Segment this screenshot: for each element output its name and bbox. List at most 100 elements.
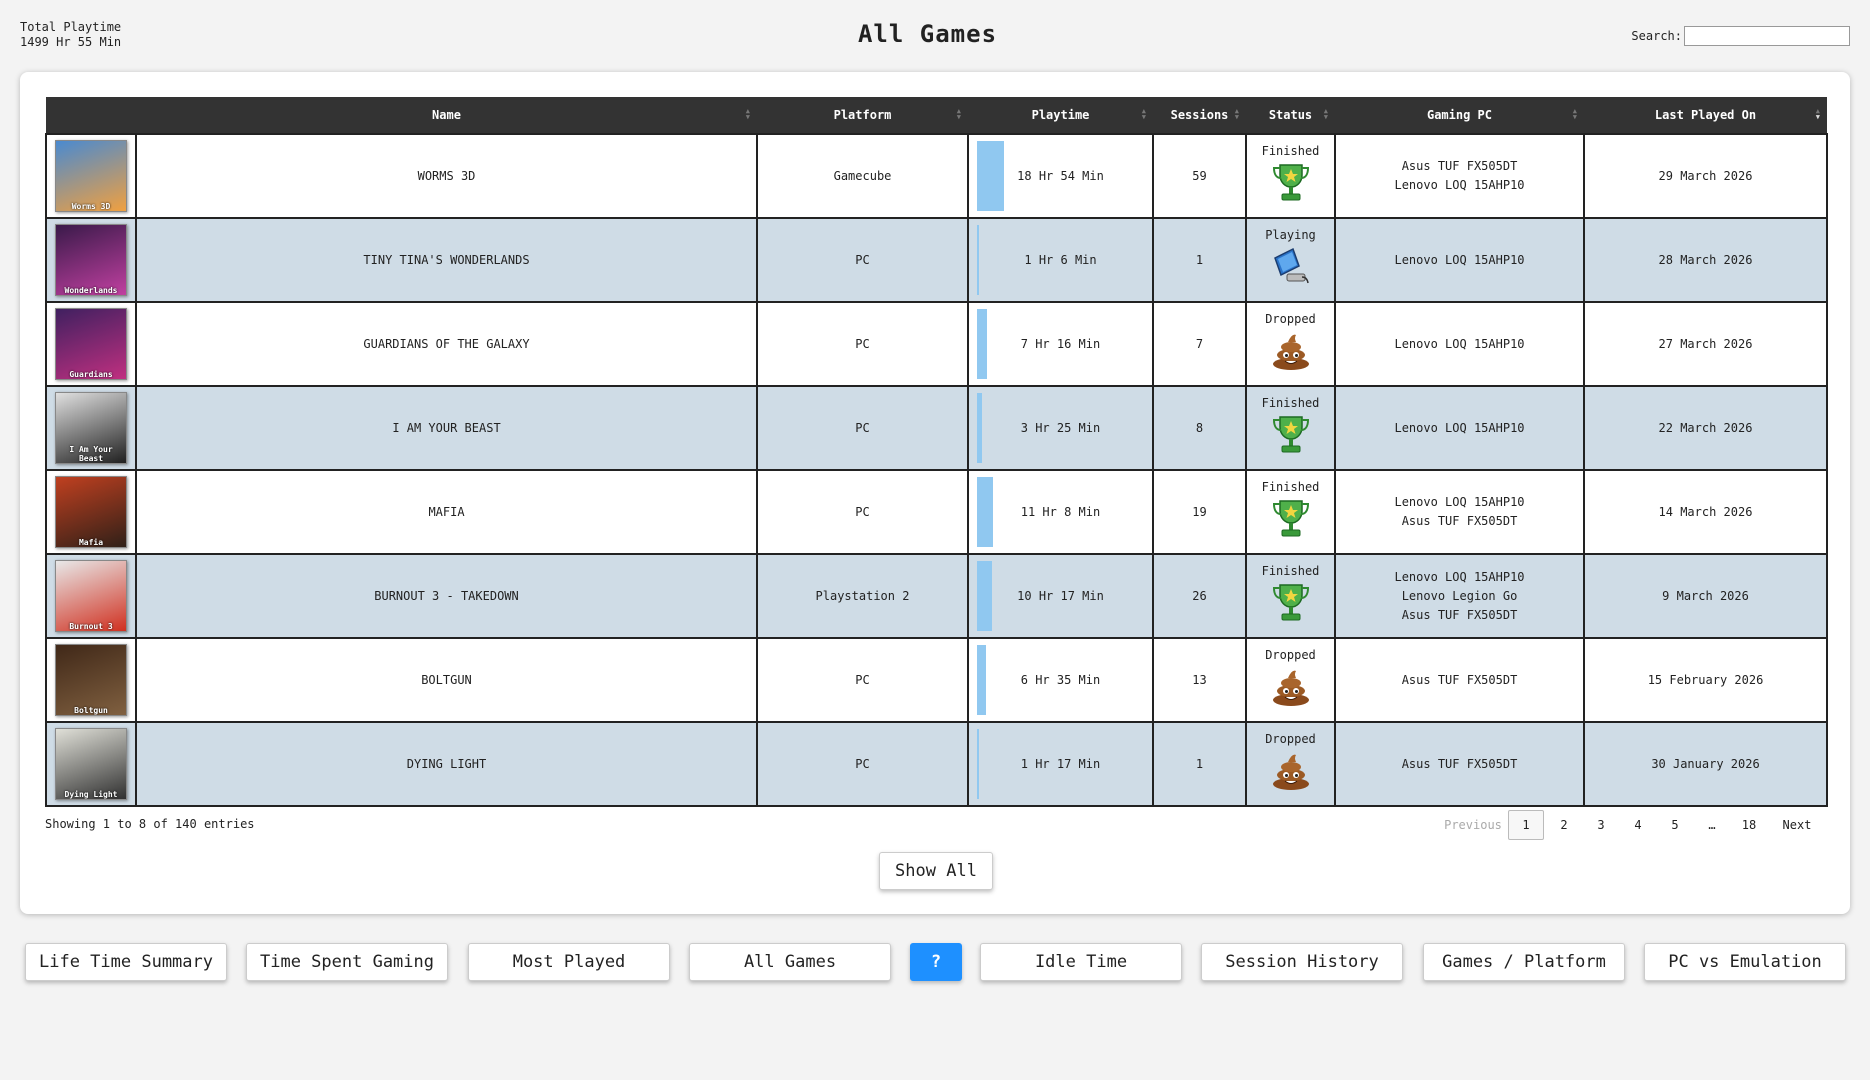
column-header-gaming-pc[interactable]: Gaming PC ▲ ▼ (1335, 97, 1584, 134)
column-header-last-played[interactable]: Last Played On ▲ ▼ (1584, 97, 1827, 134)
pagination-previous[interactable]: Previous (1441, 811, 1505, 839)
sessions-count: 1 (1152, 217, 1247, 303)
game-platform: PC (756, 385, 969, 471)
status-label: Finished (1261, 144, 1320, 158)
pagination-next[interactable]: Next (1769, 811, 1825, 839)
nav-most-played-button[interactable]: Most Played (468, 943, 670, 981)
nav-games-platform-button[interactable]: Games / Platform (1423, 943, 1625, 981)
game-cover-image: I Am Your Beast (55, 392, 127, 464)
gaming-pc: Asus TUF FX505DT (1401, 607, 1518, 622)
playtime-value: 7 Hr 16 Min (1020, 337, 1101, 351)
game-name: WORMS 3D (135, 133, 758, 219)
nav-pc-vs-emulation-button[interactable]: PC vs Emulation (1644, 943, 1846, 981)
sessions-count: 26 (1152, 553, 1247, 639)
games-table: Name ▲ ▼ Platform ▲ ▼ Playtime ▲ ▼ Sessions ▲ ▼ … (45, 97, 1828, 807)
search-label: Search: (1631, 29, 1682, 43)
show-all-button[interactable]: Show All (879, 852, 993, 890)
nav-idle-time-button[interactable]: Idle Time (980, 943, 1182, 981)
status-cell: Finished (1245, 553, 1336, 639)
playtime-value: 3 Hr 25 Min (1020, 421, 1101, 435)
nav-session-history-button[interactable]: Session History (1201, 943, 1403, 981)
last-played-date: 15 February 2026 (1583, 637, 1828, 723)
status-label: Playing (1265, 228, 1316, 242)
gaming-pc: Asus TUF FX505DT (1401, 514, 1518, 528)
game-name: BOLTGUN (135, 637, 758, 723)
game-cover-image: Boltgun (55, 644, 127, 716)
cover-cell: Worms 3D (45, 133, 137, 219)
gaming-pc: Lenovo Legion Go (1401, 588, 1518, 603)
pagination-ellipsis: … (1708, 818, 1716, 832)
column-header-status[interactable]: Status ▲ ▼ (1246, 97, 1335, 134)
status-label: Finished (1261, 564, 1320, 578)
pagination-page[interactable]: 1 (1508, 810, 1544, 840)
sort-icon: ▲ ▼ (1234, 107, 1239, 121)
gaming-pc: Lenovo LOQ 15AHP10 (1394, 336, 1525, 351)
gaming-pc-cell: Lenovo LOQ 15AHP10 Lenovo Legion Go Asus T… (1334, 553, 1585, 639)
status-cell: Dropped (1245, 637, 1336, 723)
status-label: Dropped (1265, 312, 1316, 326)
playtime-value: 18 Hr 54 Min (1017, 169, 1104, 183)
table-row[interactable]: I Am Your Beast I AM YOUR BEAST PC 3 Hr 25 … (45, 385, 1828, 471)
gaming-pc: Lenovo LOQ 15AHP10 (1394, 569, 1525, 584)
gaming-pc: Asus TUF FX505DT (1401, 159, 1518, 173)
table-row[interactable]: Burnout 3 BURNOUT 3 - TAKEDOWN Playstation… (45, 553, 1828, 639)
nav-help-button[interactable]: ? (910, 943, 962, 981)
pagination-page[interactable]: 5 (1658, 811, 1692, 839)
column-header-playtime[interactable]: Playtime ▲ ▼ (968, 97, 1153, 134)
cover-cell: Dying Light (45, 721, 137, 807)
sort-icon: ▲ ▼ (1815, 107, 1820, 121)
sessions-count: 13 (1152, 637, 1247, 723)
entries-info: Showing 1 to 8 of 140 entries (45, 817, 255, 831)
playtime-bar (977, 477, 993, 547)
cover-cell: Mafia (45, 469, 137, 555)
last-played-date: 14 March 2026 (1583, 469, 1828, 555)
nav-life-time-summary-button[interactable]: Life Time Summary (25, 943, 227, 981)
page-title: All Games (857, 20, 998, 48)
game-platform: PC (756, 217, 969, 303)
status-label: Dropped (1265, 648, 1316, 662)
column-header-platform[interactable]: Platform ▲ ▼ (757, 97, 968, 134)
search-input[interactable] (1684, 26, 1850, 46)
game-name: TINY TINA'S WONDERLANDS (135, 217, 758, 303)
pagination-page[interactable]: 18 (1732, 811, 1766, 839)
table-row[interactable]: Boltgun BOLTGUN PC 6 Hr 35 Min 13 Dropped Asus… (45, 637, 1828, 723)
last-played-date: 30 January 2026 (1583, 721, 1828, 807)
nav-all-games-button[interactable]: All Games (689, 943, 891, 981)
gaming-pc-cell: Asus TUF FX505DT Lenovo LOQ 15AHP10 (1334, 133, 1585, 219)
status-cell: Dropped (1245, 721, 1336, 807)
playtime-value: 6 Hr 35 Min (1020, 673, 1101, 687)
table-row[interactable]: Dying Light DYING LIGHT PC 1 Hr 17 Min 1 Drop… (45, 721, 1828, 807)
game-cover-image: Guardians (55, 308, 127, 380)
table-row[interactable]: Wonderlands TINY TINA'S WONDERLANDS PC 1 Hr… (45, 217, 1828, 303)
cover-cell: Wonderlands (45, 217, 137, 303)
column-header-sessions[interactable]: Sessions ▲ ▼ (1153, 97, 1246, 134)
sort-icon: ▲ ▼ (1141, 107, 1146, 121)
table-row[interactable]: Worms 3D WORMS 3D Gamecube 18 Hr 54 Min 59 Fi… (45, 133, 1828, 219)
playtime-bar (977, 393, 982, 463)
search: Search: (1631, 26, 1850, 46)
column-header-name[interactable]: Name ▲ ▼ (136, 97, 757, 134)
nav-time-spent-gaming-button[interactable]: Time Spent Gaming (246, 943, 448, 981)
last-played-date: 29 March 2026 (1583, 133, 1828, 219)
game-name: DYING LIGHT (135, 721, 758, 807)
pagination-page[interactable]: 3 (1584, 811, 1618, 839)
cover-cell: Guardians (45, 301, 137, 387)
game-cover-image: Worms 3D (55, 140, 127, 212)
game-name: I AM YOUR BEAST (135, 385, 758, 471)
game-platform: PC (756, 301, 969, 387)
status-cell: Playing (1245, 217, 1336, 303)
sessions-count: 8 (1152, 385, 1247, 471)
table-row[interactable]: Guardians GUARDIANS OF THE GALAXY PC 7 Hr 1… (45, 301, 1828, 387)
gaming-pc-cell: Lenovo LOQ 15AHP10 (1334, 217, 1585, 303)
gaming-pc: Asus TUF FX505DT (1401, 672, 1518, 687)
pagination-page[interactable]: 4 (1621, 811, 1655, 839)
pagination-page[interactable]: 2 (1547, 811, 1581, 839)
sessions-count: 59 (1152, 133, 1247, 219)
playtime-cell: 3 Hr 25 Min (967, 385, 1154, 471)
gaming-pc: Lenovo LOQ 15AHP10 (1394, 178, 1525, 192)
playtime-value: 11 Hr 8 Min (1020, 505, 1101, 519)
playtime-cell: 18 Hr 54 Min (967, 133, 1154, 219)
table-row[interactable]: Mafia MAFIA PC 11 Hr 8 Min 19 Finished Lenovo … (45, 469, 1828, 555)
gaming-pc-cell: Lenovo LOQ 15AHP10 Asus TUF FX505DT (1334, 469, 1585, 555)
sort-icon: ▲ ▼ (1572, 107, 1577, 121)
